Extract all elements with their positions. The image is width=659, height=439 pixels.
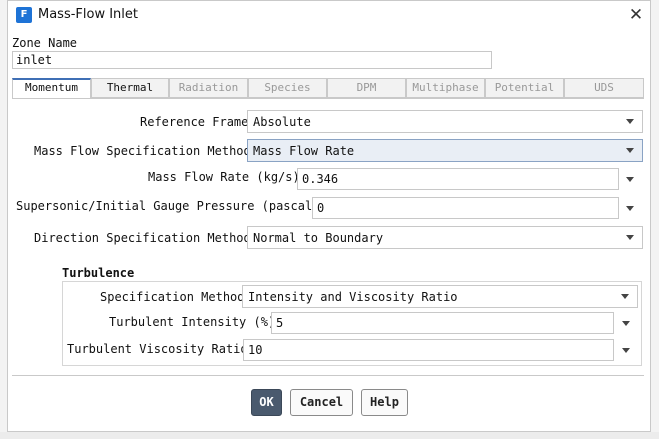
- chevron-down-icon: [626, 148, 634, 153]
- direction-spec-value: Normal to Boundary: [253, 231, 384, 245]
- zone-name-label: Zone Name: [12, 36, 78, 50]
- chevron-down-icon: [621, 294, 629, 299]
- direction-spec-label: Direction Specification Method: [34, 231, 251, 245]
- turbulent-viscosity-ratio-dropdown-icon[interactable]: [622, 348, 630, 353]
- turbulence-spec-value: Intensity and Viscosity Ratio: [248, 290, 458, 304]
- tab-multiphase[interactable]: Multiphase: [406, 78, 485, 98]
- turbulent-intensity-label: Turbulent Intensity (%): [109, 315, 276, 329]
- tab-dpm[interactable]: DPM: [327, 78, 406, 98]
- zone-name-input[interactable]: inlet: [12, 51, 492, 69]
- turbulence-spec-label: Specification Method: [100, 290, 245, 304]
- mass-flow-spec-value: Mass Flow Rate: [253, 144, 355, 158]
- close-icon[interactable]: ✕: [625, 4, 647, 26]
- reference-frame-value: Absolute: [253, 115, 311, 129]
- gauge-pressure-input[interactable]: 0: [312, 197, 619, 219]
- tab-bar: Momentum Thermal Radiation Species DPM M…: [12, 78, 644, 99]
- turbulence-spec-select[interactable]: Intensity and Viscosity Ratio: [242, 285, 638, 308]
- window-title: Mass-Flow Inlet: [38, 7, 139, 22]
- reference-frame-select[interactable]: Absolute: [247, 110, 643, 133]
- background-window: [0, 432, 659, 439]
- tab-radiation[interactable]: Radiation: [169, 78, 248, 98]
- help-button[interactable]: Help: [361, 389, 408, 416]
- chevron-down-icon: [626, 119, 634, 124]
- tab-momentum[interactable]: Momentum: [12, 78, 91, 99]
- tab-uds[interactable]: UDS: [564, 78, 644, 98]
- ok-button[interactable]: OK: [251, 389, 282, 416]
- chevron-down-icon: [626, 235, 634, 240]
- tab-species[interactable]: Species: [248, 78, 327, 98]
- app-icon: F: [16, 7, 32, 23]
- divider: [12, 375, 644, 376]
- mass-flow-spec-select[interactable]: Mass Flow Rate: [247, 139, 643, 162]
- reference-frame-label: Reference Frame: [140, 115, 249, 129]
- mass-flow-rate-input[interactable]: 0.346: [297, 168, 619, 190]
- mass-flow-rate-label: Mass Flow Rate (kg/s): [148, 170, 300, 184]
- turbulence-title: Turbulence: [62, 266, 135, 280]
- mass-flow-rate-dropdown-icon[interactable]: [626, 177, 634, 182]
- turbulent-viscosity-ratio-input[interactable]: 10: [243, 339, 614, 361]
- tab-potential[interactable]: Potential: [485, 78, 564, 98]
- turbulent-intensity-dropdown-icon[interactable]: [622, 321, 630, 326]
- gauge-pressure-dropdown-icon[interactable]: [626, 206, 634, 211]
- turbulent-viscosity-ratio-label: Turbulent Viscosity Ratio: [67, 342, 248, 356]
- tab-thermal[interactable]: Thermal: [91, 78, 169, 98]
- turbulent-intensity-input[interactable]: 5: [271, 312, 614, 334]
- mass-flow-spec-label: Mass Flow Specification Method: [34, 144, 251, 158]
- cancel-button[interactable]: Cancel: [290, 389, 353, 416]
- gauge-pressure-label: Supersonic/Initial Gauge Pressure (pasca…: [16, 199, 320, 213]
- direction-spec-select[interactable]: Normal to Boundary: [247, 226, 643, 249]
